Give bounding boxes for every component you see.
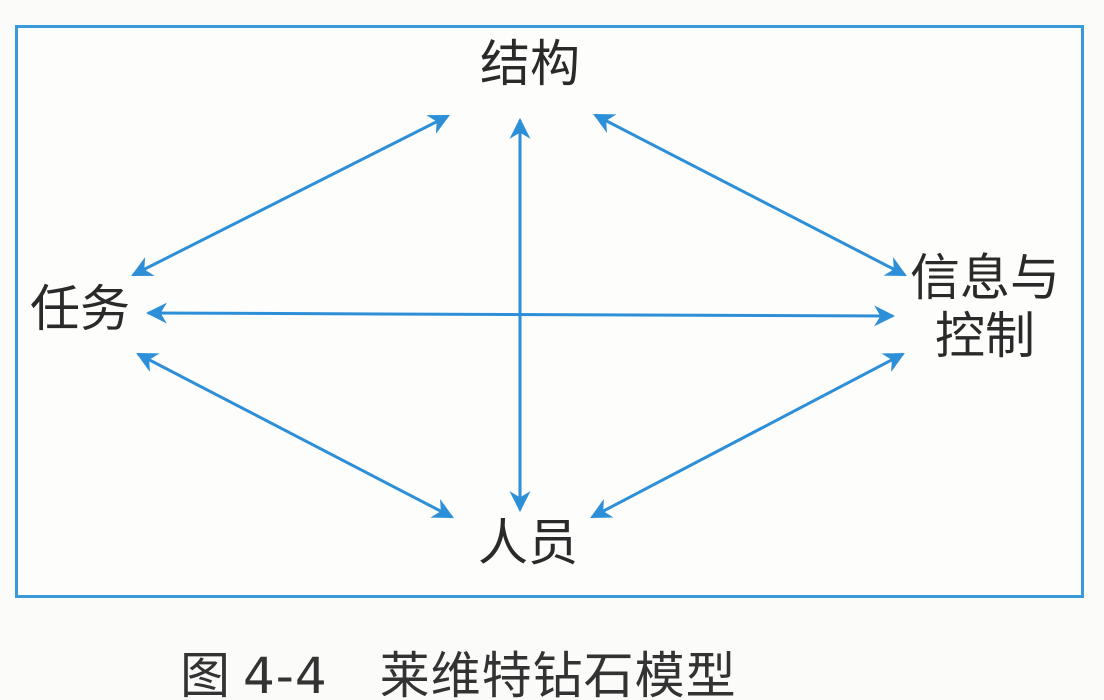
node-people: 人员 [478,514,578,572]
caption-label: 图 [180,647,231,700]
node-info-control: 信息与 控制 [900,249,1070,365]
arrow-task-people [136,352,454,519]
arrow-people-info [590,352,905,519]
node-info-line1: 信息与 [910,249,1060,307]
node-structure: 结构 [480,35,580,93]
diagram-canvas: 结构 任务 信息与 控制 人员 图 4-4 莱维特钻石模型 [0,0,1104,700]
node-task: 任务 [30,280,130,338]
arrow-task-info [145,302,896,327]
caption-number: 4-4 [243,647,328,700]
node-info-line2: 控制 [935,306,1035,365]
arrow-structure-info [593,113,907,277]
caption-title: 莱维特钻石模型 [379,647,737,700]
figure-caption: 图 4-4 莱维特钻石模型 [180,636,737,700]
arrow-structure-task [131,114,450,277]
